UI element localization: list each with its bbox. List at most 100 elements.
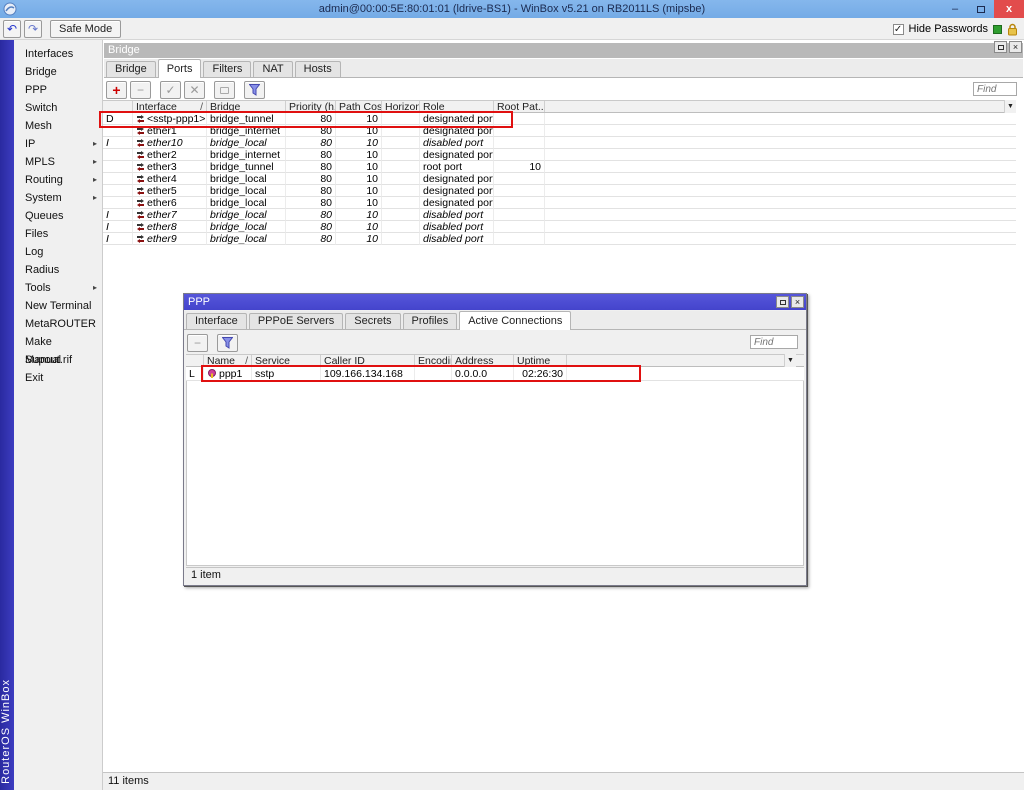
- table-row[interactable]: ether5 bridge_local 80 10 designated por…: [103, 185, 1016, 197]
- bridge-port-icon: [136, 223, 145, 231]
- restore-icon: [998, 45, 1004, 50]
- table-row[interactable]: ether4 bridge_local 80 10 designated por…: [103, 173, 1016, 185]
- funnel-icon: [249, 84, 260, 96]
- bridge-close-button[interactable]: ×: [1009, 41, 1022, 53]
- sidebar-item-files[interactable]: Files: [14, 225, 102, 243]
- window-title: admin@00:00:5E:80:01:01 (ldrive-BS1) - W…: [0, 3, 1024, 15]
- redo-button[interactable]: ↷: [24, 20, 42, 38]
- brand-text: RouterOS WinBox: [0, 679, 14, 784]
- lock-icon: [1007, 23, 1018, 36]
- add-button[interactable]: +: [106, 81, 127, 99]
- safe-mode-button[interactable]: Safe Mode: [50, 20, 121, 38]
- sidebar-item-ppp[interactable]: PPP: [14, 81, 102, 99]
- submenu-arrow-icon: ▸: [93, 189, 97, 207]
- disable-button[interactable]: ✕: [184, 81, 205, 99]
- sidebar-item-switch[interactable]: Switch: [14, 99, 102, 117]
- column-select-dropdown[interactable]: ▼: [784, 354, 796, 367]
- bridge-port-icon: [136, 199, 145, 207]
- connection-status-icon: [993, 25, 1002, 34]
- maximize-button[interactable]: [968, 0, 994, 18]
- sidebar-item-manual[interactable]: Manual: [14, 351, 102, 369]
- hide-passwords-label: Hide Passwords: [909, 23, 988, 35]
- minimize-button[interactable]: –: [942, 0, 968, 18]
- hide-passwords-checkbox[interactable]: ✓: [893, 24, 904, 35]
- ppp-tabbar: Interface PPPoE Servers Secrets Profiles…: [184, 311, 806, 330]
- bridge-status-bar: 11 items: [103, 772, 1024, 790]
- ppp-maximize-button[interactable]: [776, 296, 789, 308]
- enable-button[interactable]: ✓: [160, 81, 181, 99]
- restore-icon: [780, 300, 786, 305]
- sidebar-item-mesh[interactable]: Mesh: [14, 117, 102, 135]
- tab-active-connections[interactable]: Active Connections: [459, 311, 571, 330]
- close-button[interactable]: x: [994, 0, 1024, 18]
- tab-ports[interactable]: Ports: [158, 59, 202, 78]
- restore-icon: [977, 6, 985, 13]
- submenu-arrow-icon: ▸: [93, 171, 97, 189]
- sidebar-item-interfaces[interactable]: Interfaces: [14, 45, 102, 63]
- column-select-dropdown[interactable]: ▼: [1004, 100, 1016, 113]
- bridge-port-icon: [136, 151, 145, 159]
- app-titlebar: admin@00:00:5E:80:01:01 (ldrive-BS1) - W…: [0, 0, 1024, 18]
- sidebar-item-routing[interactable]: Routing▸: [14, 171, 102, 189]
- bridge-tabbar: Bridge Ports Filters NAT Hosts: [104, 59, 1023, 78]
- submenu-arrow-icon: ▸: [93, 153, 97, 171]
- ppp-window-titlebar[interactable]: PPP: [184, 294, 806, 310]
- ppp-window[interactable]: PPP × Interface PPPoE Servers Secrets Pr…: [183, 293, 807, 586]
- table-row[interactable]: I ether10 bridge_local 80 10 disabled po…: [103, 137, 1016, 149]
- bridge-toolbar: + − ✓ ✕: [106, 81, 268, 99]
- table-row[interactable]: I ether7 bridge_local 80 10 disabled por…: [103, 209, 1016, 221]
- tab-profiles[interactable]: Profiles: [403, 313, 458, 329]
- sidebar-item-tools[interactable]: Tools▸: [14, 279, 102, 297]
- bridge-port-icon: [136, 139, 145, 147]
- tab-nat[interactable]: NAT: [253, 61, 292, 77]
- tab-hosts[interactable]: Hosts: [295, 61, 341, 77]
- sidebar-item-radius[interactable]: Radius: [14, 261, 102, 279]
- sidebar-item-system[interactable]: System▸: [14, 189, 102, 207]
- sidebar-item-log[interactable]: Log: [14, 243, 102, 261]
- comment-icon: [220, 87, 229, 94]
- tab-bridge[interactable]: Bridge: [106, 61, 156, 77]
- ppp-close-button[interactable]: ×: [791, 296, 804, 308]
- highlight-box-bridge-row: [99, 111, 513, 128]
- remove-button[interactable]: −: [187, 334, 208, 352]
- remove-button[interactable]: −: [130, 81, 151, 99]
- funnel-icon: [222, 337, 233, 349]
- ppp-status-bar: 1 item: [186, 567, 804, 583]
- bridge-port-icon: [136, 163, 145, 171]
- ppp-toolbar: −: [187, 334, 241, 352]
- sidebar-item-queues[interactable]: Queues: [14, 207, 102, 225]
- sidebar-item-make-supout[interactable]: Make Supout.rif: [14, 333, 102, 351]
- bridge-restore-button[interactable]: [994, 41, 1007, 53]
- sidebar-item-bridge[interactable]: Bridge: [14, 63, 102, 81]
- bridge-port-icon: [136, 235, 145, 243]
- tab-interface[interactable]: Interface: [186, 313, 247, 329]
- sidebar-item-mpls[interactable]: MPLS▸: [14, 153, 102, 171]
- bridge-find-input[interactable]: [973, 82, 1017, 96]
- table-row[interactable]: I ether9 bridge_local 80 10 disabled por…: [103, 233, 1016, 245]
- table-row[interactable]: ether2 bridge_internet 80 10 designated …: [103, 149, 1016, 161]
- sidebar: Interfaces Bridge PPP Switch Mesh IP▸ MP…: [14, 40, 103, 790]
- ppp-table-area: [186, 354, 804, 566]
- sidebar-item-ip[interactable]: IP▸: [14, 135, 102, 153]
- table-row[interactable]: ether6 bridge_local 80 10 designated por…: [103, 197, 1016, 209]
- column-filler: [545, 101, 1016, 112]
- sidebar-item-new-terminal[interactable]: New Terminal: [14, 297, 102, 315]
- bridge-window-titlebar: Bridge: [104, 43, 1023, 58]
- table-row[interactable]: ether3 bridge_tunnel 80 10 root port 10: [103, 161, 1016, 173]
- undo-button[interactable]: ↶: [3, 20, 21, 38]
- bridge-port-icon: [136, 211, 145, 219]
- sidebar-item-metarouter[interactable]: MetaROUTER: [14, 315, 102, 333]
- ppp-find-input[interactable]: [750, 335, 798, 349]
- brand-strip: RouterOS WinBox: [0, 40, 14, 790]
- tab-secrets[interactable]: Secrets: [345, 313, 400, 329]
- tab-pppoe-servers[interactable]: PPPoE Servers: [249, 313, 343, 329]
- filter-button[interactable]: [244, 81, 265, 99]
- main-toolbar: ↶ ↷ Safe Mode ✓ Hide Passwords: [0, 18, 1024, 40]
- filter-button[interactable]: [217, 334, 238, 352]
- highlight-box-ppp-row: [201, 365, 641, 382]
- tab-filters[interactable]: Filters: [203, 61, 251, 77]
- sidebar-item-exit[interactable]: Exit: [14, 369, 102, 387]
- table-row[interactable]: I ether8 bridge_local 80 10 disabled por…: [103, 221, 1016, 233]
- comment-button[interactable]: [214, 81, 235, 99]
- submenu-arrow-icon: ▸: [93, 279, 97, 297]
